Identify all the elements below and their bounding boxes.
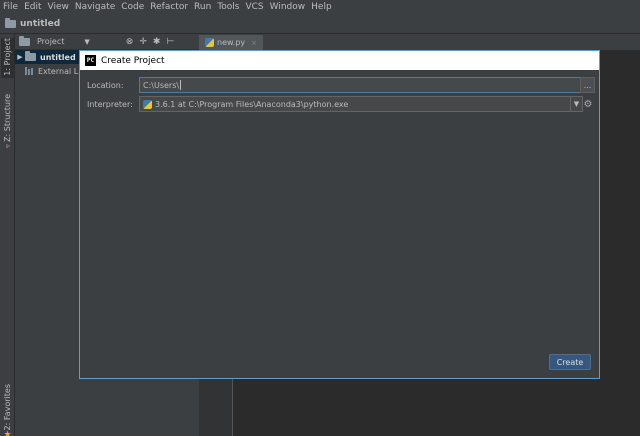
browse-button[interactable]: ...: [580, 77, 595, 93]
tab-favorites[interactable]: 2: Favorites ★: [1, 384, 14, 436]
star-icon: ★: [3, 430, 12, 436]
menu-window[interactable]: Window: [270, 0, 306, 14]
location-input[interactable]: C:\Users\: [139, 77, 583, 93]
menu-run[interactable]: Run: [194, 0, 211, 14]
scroll-from-source-icon[interactable]: ✛: [139, 37, 147, 47]
structure-icon: [5, 144, 10, 148]
folder-icon: [19, 35, 30, 46]
dialog-titlebar[interactable]: PC Create Project: [80, 51, 599, 70]
chevron-down-icon[interactable]: ▼: [84, 38, 89, 46]
folder-icon: [25, 51, 36, 61]
tree-item-label: External Li: [38, 66, 81, 76]
close-icon[interactable]: ×: [251, 39, 257, 47]
hide-panel-icon[interactable]: ⊢: [166, 37, 174, 47]
interpreter-row: Interpreter: 3.6.1 at C:\Program Files\A…: [87, 96, 595, 112]
folder-icon: [5, 17, 16, 28]
tab-structure[interactable]: Z: Structure: [1, 94, 14, 150]
python-icon: [143, 99, 152, 109]
menu-tools[interactable]: Tools: [217, 0, 239, 14]
library-icon: [25, 67, 34, 75]
tab-structure-label: Z: Structure: [3, 94, 12, 142]
location-row: Location: C:\Users\ ...: [87, 77, 595, 93]
navigation-bar: untitled: [0, 14, 640, 34]
left-tool-strip: 1: Project Z: Structure 2: Favorites ★: [0, 34, 15, 436]
gear-icon[interactable]: ⚙: [581, 96, 595, 112]
interpreter-label: Interpreter:: [87, 99, 133, 109]
create-button[interactable]: Create: [549, 354, 591, 370]
menu-navigate[interactable]: Navigate: [75, 0, 115, 14]
tree-item-label: untitled: [40, 52, 76, 62]
tab-project-label: 1: Project: [3, 38, 12, 76]
menu-view[interactable]: View: [48, 0, 69, 14]
interpreter-value: 3.6.1 at C:\Program Files\Anaconda3\pyth…: [155, 99, 349, 109]
project-toolbar: Project ▼ ⊗ ✛ ✱ ⊢: [15, 34, 199, 50]
python-icon: [205, 38, 214, 47]
breadcrumb-project[interactable]: untitled: [20, 19, 60, 29]
location-label: Location:: [87, 80, 124, 90]
collapse-icon[interactable]: ⊗: [126, 37, 134, 47]
tab-project[interactable]: 1: Project: [1, 38, 14, 78]
menu-bar: File Edit View Navigate Code Refactor Ru…: [0, 0, 640, 14]
pycharm-icon: PC: [85, 55, 96, 66]
menu-code[interactable]: Code: [121, 0, 144, 14]
tab-favorites-label: 2: Favorites: [3, 384, 12, 431]
menu-help[interactable]: Help: [311, 0, 332, 14]
interpreter-select[interactable]: 3.6.1 at C:\Program Files\Anaconda3\pyth…: [139, 96, 583, 112]
menu-file[interactable]: File: [3, 0, 18, 14]
menu-vcs[interactable]: VCS: [245, 0, 263, 14]
tab-label: new.py: [217, 38, 246, 47]
editor-tabs: new.py ×: [199, 34, 640, 50]
dialog-title: Create Project: [101, 55, 165, 66]
create-project-dialog: PC Create Project Location: C:\Users\ ..…: [79, 50, 600, 379]
text-cursor: [180, 80, 182, 90]
expand-arrow-icon[interactable]: ▶: [15, 53, 25, 61]
project-view-selector[interactable]: Project: [37, 37, 64, 46]
settings-icon[interactable]: ✱: [153, 37, 161, 47]
tab-new-py[interactable]: new.py ×: [199, 35, 264, 50]
menu-refactor[interactable]: Refactor: [150, 0, 188, 14]
menu-edit[interactable]: Edit: [24, 0, 41, 14]
location-value: C:\Users\: [143, 80, 180, 90]
